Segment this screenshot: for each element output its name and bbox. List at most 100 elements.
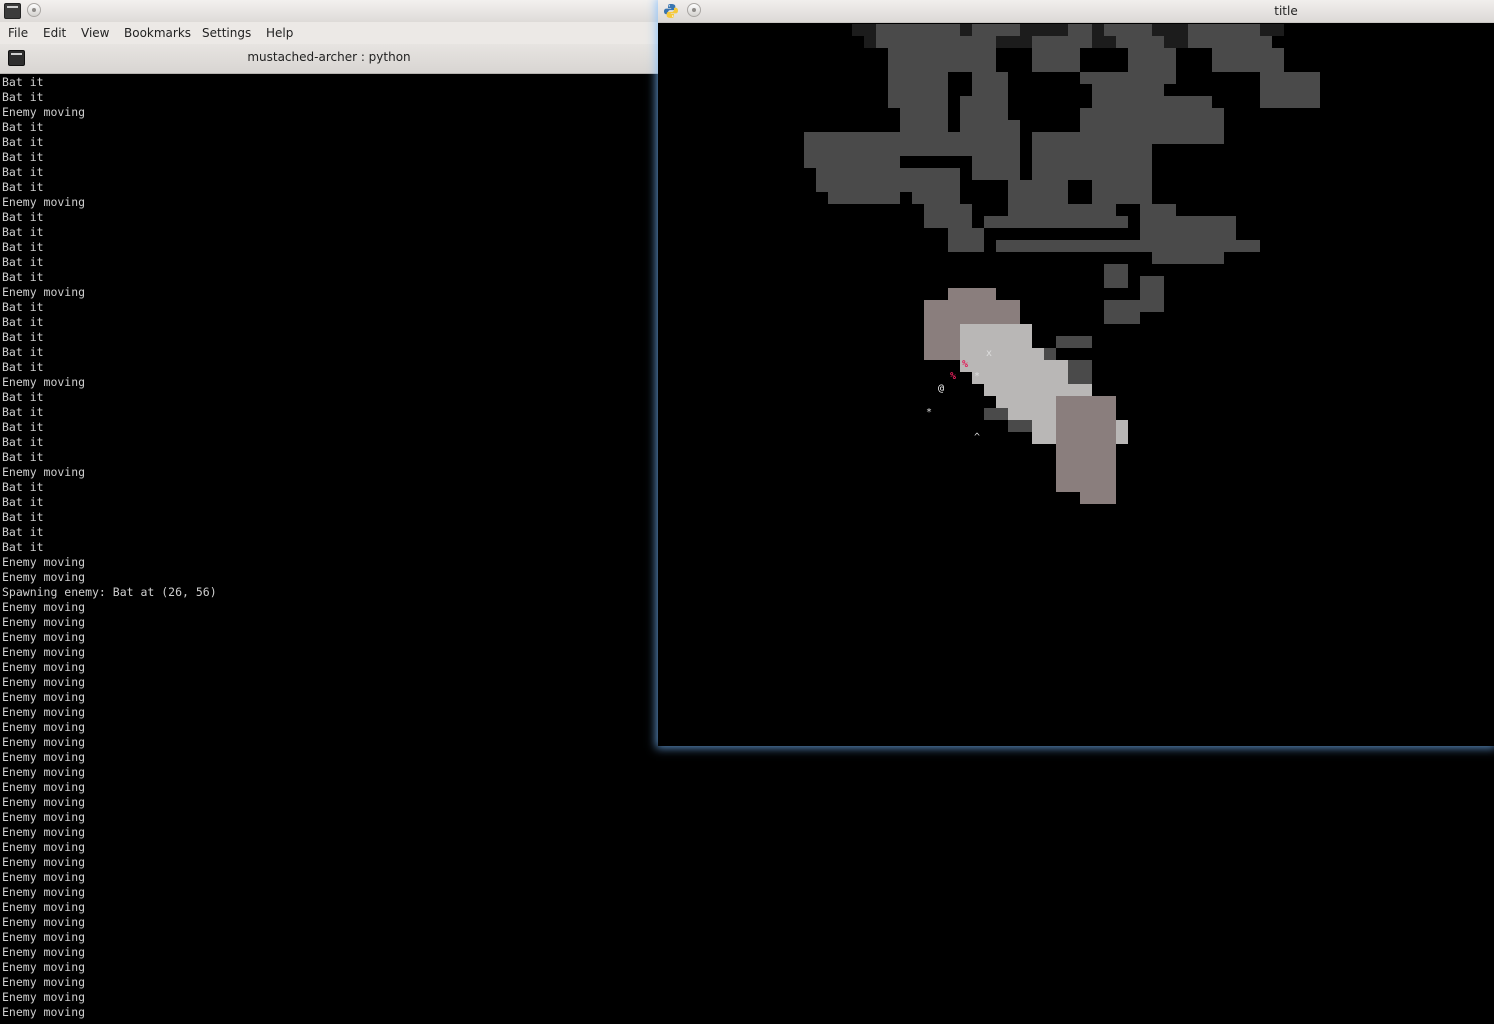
- map-tile: [1152, 252, 1224, 264]
- menubar: File Edit View Bookmarks Settings Help: [0, 22, 658, 44]
- terminal-line: Enemy moving: [2, 825, 86, 839]
- map-tile: [912, 168, 960, 204]
- map-tile: [960, 96, 1008, 120]
- terminal-icon[interactable]: [4, 3, 21, 19]
- map-tile: [1140, 204, 1176, 216]
- menu-settings[interactable]: Settings: [202, 26, 251, 40]
- terminal-line: Bat it: [2, 120, 44, 134]
- terminal-line: Enemy moving: [2, 945, 86, 959]
- map-tile: [1104, 300, 1140, 324]
- corpse-glyph: %: [962, 359, 968, 370]
- map-tile: [984, 408, 1008, 420]
- map-tile: [1032, 132, 1152, 180]
- terminal-line: Enemy moving: [2, 630, 86, 644]
- map-tile: [996, 240, 1260, 252]
- terminal-titlebar[interactable]: [0, 0, 658, 23]
- window-menu-button[interactable]: [27, 3, 41, 17]
- menu-help[interactable]: Help: [266, 26, 293, 40]
- terminal-line: Bat it: [2, 330, 44, 344]
- terminal-line: Enemy moving: [2, 645, 86, 659]
- map-tile: [828, 192, 900, 204]
- terminal-line: Enemy moving: [2, 735, 86, 749]
- map-tile: [1140, 216, 1236, 240]
- tab-bar[interactable]: mustached-archer : python: [0, 44, 658, 74]
- map-tile: [876, 36, 996, 48]
- terminal-line: Enemy moving: [2, 675, 86, 689]
- terminal-line: Bat it: [2, 450, 44, 464]
- window-title: title: [1274, 4, 1298, 18]
- map-tile: [1056, 396, 1116, 444]
- terminal-line: Enemy moving: [2, 1005, 86, 1019]
- player-glyph: @: [938, 383, 944, 394]
- terminal-line: Bat it: [2, 405, 44, 419]
- corpse-glyph: %: [950, 371, 956, 382]
- terminal-line: Enemy moving: [2, 780, 86, 794]
- terminal-line: Enemy moving: [2, 870, 86, 884]
- dungeon-map[interactable]: @ % % * * x ^: [660, 22, 1492, 744]
- map-tile: [1188, 24, 1260, 36]
- terminal-line: Bat it: [2, 480, 44, 494]
- map-tile: [1068, 360, 1092, 384]
- terminal-line: Enemy moving: [2, 810, 86, 824]
- terminal-line: Enemy moving: [2, 570, 86, 584]
- terminal-line: Bat it: [2, 540, 44, 554]
- terminal-line: Bat it: [2, 495, 44, 509]
- terminal-line: Enemy moving: [2, 720, 86, 734]
- terminal-line: Enemy moving: [2, 375, 86, 389]
- terminal-line: Enemy moving: [2, 465, 86, 479]
- menu-file[interactable]: File: [8, 26, 28, 40]
- terminal-line: Enemy moving: [2, 990, 86, 1004]
- terminal-line: Bat it: [2, 75, 44, 89]
- terminal-line: Enemy moving: [2, 285, 86, 299]
- terminal-line: Bat it: [2, 150, 44, 164]
- map-tile: [900, 108, 948, 132]
- tab-title: mustached-archer : python: [247, 50, 411, 64]
- terminal-line: Bat it: [2, 510, 44, 524]
- terminal-line: Enemy moving: [2, 195, 86, 209]
- terminal-line: Enemy moving: [2, 975, 86, 989]
- map-tile: [1116, 36, 1164, 48]
- map-tile: [1008, 420, 1032, 432]
- terminal-line: Bat it: [2, 420, 44, 434]
- terminal-line: Bat it: [2, 435, 44, 449]
- game-window[interactable]: title @ % % * * x ^: [658, 0, 1494, 746]
- map-tile: [972, 144, 1020, 180]
- terminal-line: Bat it: [2, 90, 44, 104]
- map-tile: [1068, 24, 1092, 36]
- terminal-line: Enemy moving: [2, 690, 86, 704]
- map-tile: [1056, 336, 1092, 348]
- map-tile: [1188, 36, 1272, 48]
- map-tile: [888, 96, 948, 108]
- item-glyph: *: [974, 371, 980, 382]
- terminal-line: Bat it: [2, 525, 44, 539]
- menu-bookmarks[interactable]: Bookmarks: [124, 26, 191, 40]
- map-tile: [972, 24, 1020, 36]
- terminal-output[interactable]: Bat it Bat it Enemy moving Bat it Bat it Bat …: [2, 75, 652, 1020]
- terminal-line: Enemy moving: [2, 930, 86, 944]
- map-tile: [1032, 36, 1092, 48]
- map-tile: [804, 132, 900, 168]
- terminal-line: Enemy moving: [2, 915, 86, 929]
- terminal-line: Enemy moving: [2, 750, 86, 764]
- stairs-glyph: ^: [974, 432, 980, 443]
- map-tile: [1140, 96, 1212, 108]
- game-titlebar[interactable]: title: [658, 0, 1494, 23]
- map-tile: [888, 72, 948, 96]
- map-tile: [972, 72, 1008, 96]
- terminal-line: Enemy moving: [2, 840, 86, 854]
- exit-glyph: x: [986, 348, 992, 359]
- terminal-line: Enemy moving: [2, 705, 86, 719]
- terminal-line: Bat it: [2, 315, 44, 329]
- menu-view[interactable]: View: [81, 26, 109, 40]
- terminal-line: Enemy moving: [2, 600, 86, 614]
- terminal-line: Enemy moving: [2, 960, 86, 974]
- map-tile: [1008, 204, 1116, 216]
- map-tile: [900, 132, 972, 156]
- map-tile: [1104, 24, 1152, 36]
- item-glyph: *: [926, 407, 932, 418]
- menu-edit[interactable]: Edit: [43, 26, 66, 40]
- map-tile: [888, 48, 996, 72]
- terminal-window[interactable]: File Edit View Bookmarks Settings Help m…: [0, 0, 658, 1024]
- map-tile: [1092, 180, 1152, 204]
- terminal-line: Bat it: [2, 135, 44, 149]
